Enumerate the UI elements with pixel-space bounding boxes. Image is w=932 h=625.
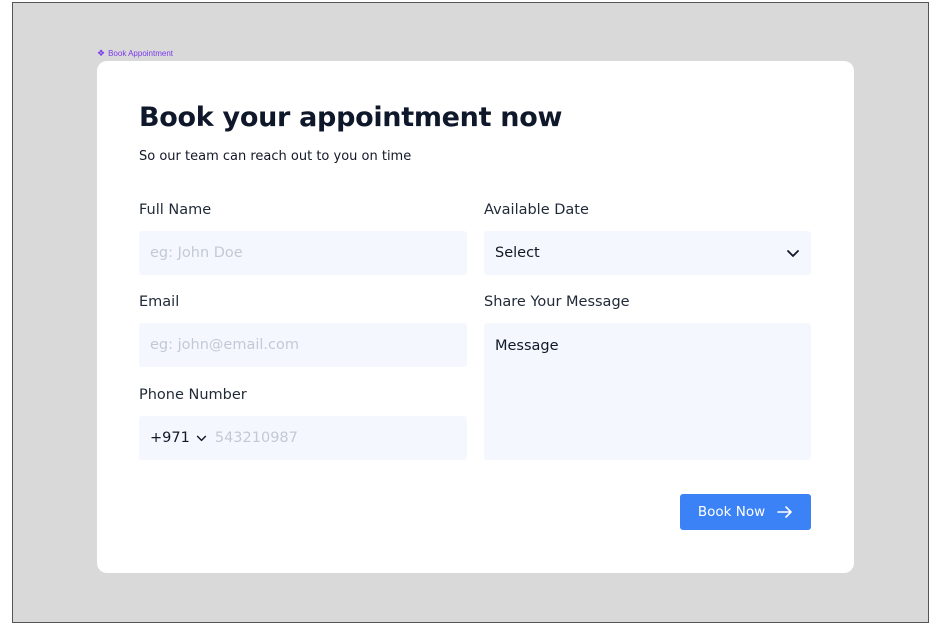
book-now-button[interactable]: Book Now xyxy=(680,494,811,530)
country-code-selector[interactable]: +971 xyxy=(150,430,190,446)
message-textarea[interactable] xyxy=(495,338,800,460)
frame-label-text: Book Appointment xyxy=(108,49,174,58)
available-date-select[interactable]: Select xyxy=(484,231,811,275)
available-date-label: Available Date xyxy=(484,202,589,218)
phone-number-field: +971 xyxy=(139,416,467,460)
phone-number-input[interactable] xyxy=(214,430,456,446)
email-input[interactable] xyxy=(150,337,456,353)
form-subtitle: So our team can reach out to you on time xyxy=(139,149,412,164)
chevron-down-icon xyxy=(787,250,799,257)
full-name-label: Full Name xyxy=(139,202,212,218)
email-field xyxy=(139,323,467,367)
phone-number-label: Phone Number xyxy=(139,387,247,403)
full-name-input[interactable] xyxy=(150,245,456,261)
message-label: Share Your Message xyxy=(484,294,630,310)
appointment-form-card: Book your appointment now So our team ca… xyxy=(97,61,854,573)
arrow-right-icon xyxy=(777,506,792,518)
available-date-value: Select xyxy=(495,245,540,261)
full-name-field xyxy=(139,231,467,275)
form-title: Book your appointment now xyxy=(139,102,563,133)
frame-label[interactable]: ❖ Book Appointment xyxy=(97,48,174,59)
chevron-down-icon[interactable] xyxy=(196,431,207,445)
component-diamond-icon: ❖ xyxy=(97,48,106,58)
message-field xyxy=(484,323,811,460)
book-now-label: Book Now xyxy=(697,504,766,520)
email-label: Email xyxy=(139,294,180,310)
